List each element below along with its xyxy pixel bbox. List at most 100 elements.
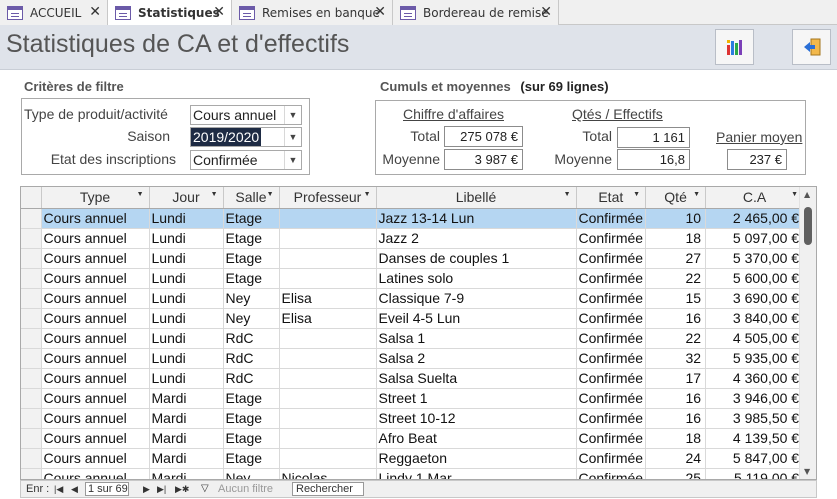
table-row[interactable]: Cours annuel Lundi Etage Jazz 13-14 Lun Conf…	[21, 208, 805, 229]
table-cell[interactable]: RdC	[223, 328, 280, 349]
record-selector[interactable]	[21, 268, 42, 289]
table-row[interactable]: Cours annuel Lundi RdC Salsa 2 Confirmée 32 5 …	[21, 348, 805, 369]
season-select[interactable]: 2019/2020 ▼	[190, 127, 302, 147]
previous-record-icon[interactable]: ◀	[71, 484, 78, 495]
table-cell[interactable]: Mardi	[149, 428, 224, 449]
table-cell[interactable]: 4 505,00 €	[705, 328, 805, 349]
table-cell[interactable]: Confirmée	[576, 208, 647, 229]
column-header-etat[interactable]: Etat ▼	[576, 187, 647, 209]
table-cell[interactable]: Etage	[223, 228, 280, 249]
record-selector[interactable]	[21, 428, 42, 449]
record-selector[interactable]	[21, 388, 42, 409]
table-cell[interactable]: Lundi	[149, 328, 224, 349]
table-row[interactable]: Cours annuel Mardi Ney Nicolas Lindy 1 Mar Co…	[21, 468, 805, 479]
table-cell[interactable]: Cours annuel	[41, 208, 150, 229]
table-cell[interactable]: Ney	[223, 468, 280, 479]
table-row[interactable]: Cours annuel Lundi Etage Jazz 2 Confirmée 18 5…	[21, 228, 805, 249]
table-cell[interactable]: 22	[645, 328, 707, 349]
table-cell[interactable]: Etage	[223, 248, 280, 269]
table-cell[interactable]: Lundi	[149, 348, 224, 369]
table-cell[interactable]: Confirmée	[576, 348, 647, 369]
table-cell[interactable]: Cours annuel	[41, 228, 150, 249]
close-icon[interactable]: ✕	[89, 4, 101, 20]
tab-bordereau-de-remise[interactable]: Bordereau de remise ✕	[393, 0, 559, 25]
table-row[interactable]: Cours annuel Lundi Ney Elisa Classique 7-9 Co…	[21, 288, 805, 309]
table-cell[interactable]: 3 690,00 €	[705, 288, 805, 309]
table-cell[interactable]: Cours annuel	[41, 428, 150, 449]
table-cell[interactable]	[279, 208, 377, 229]
sort-arrow-icon[interactable]: ▼	[693, 191, 700, 198]
table-cell[interactable]: Lundi	[149, 368, 224, 389]
close-icon[interactable]: ✕	[540, 4, 552, 20]
filter-status[interactable]: Aucun filtre	[218, 483, 273, 495]
table-cell[interactable]: 3 840,00 €	[705, 308, 805, 329]
sort-arrow-icon[interactable]: ▼	[267, 191, 274, 198]
table-cell[interactable]: Confirmée	[576, 408, 647, 429]
table-cell[interactable]: Etage	[223, 428, 280, 449]
table-cell[interactable]: Confirmée	[576, 428, 647, 449]
table-row[interactable]: Cours annuel Lundi Ney Elisa Eveil 4-5 Lun Co…	[21, 308, 805, 329]
table-cell[interactable]: Jazz 13-14 Lun	[376, 208, 577, 229]
column-header-ca[interactable]: C.A ▼	[705, 187, 805, 209]
table-cell[interactable]: Cours annuel	[41, 468, 150, 479]
table-cell[interactable]: Elisa	[279, 308, 377, 329]
table-cell[interactable]: Confirmée	[576, 388, 647, 409]
table-cell[interactable]: Reggaeton	[376, 448, 577, 469]
table-row[interactable]: Cours annuel Lundi RdC Salsa 1 Confirmée 22 4 …	[21, 328, 805, 349]
table-cell[interactable]: Street 1	[376, 388, 577, 409]
table-cell[interactable]: Confirmée	[576, 248, 647, 269]
table-cell[interactable]	[279, 268, 377, 289]
table-cell[interactable]: Elisa	[279, 288, 377, 309]
table-cell[interactable]: Mardi	[149, 388, 224, 409]
table-cell[interactable]: Cours annuel	[41, 248, 150, 269]
table-cell[interactable]: 5 097,00 €	[705, 228, 805, 249]
record-position-field[interactable]: 1 sur 69	[85, 482, 129, 496]
record-selector[interactable]	[21, 208, 42, 229]
sort-arrow-icon[interactable]: ▼	[564, 191, 571, 198]
table-cell[interactable]: Confirmée	[576, 328, 647, 349]
table-row[interactable]: Cours annuel Lundi Etage Latines solo Confir…	[21, 268, 805, 289]
table-row[interactable]: Cours annuel Lundi RdC Salsa Suelta Confirmé…	[21, 368, 805, 389]
table-cell[interactable]: 24	[645, 448, 707, 469]
sort-arrow-icon[interactable]: ▼	[364, 191, 371, 198]
scroll-down-icon[interactable]: ▼	[804, 467, 810, 476]
record-selector[interactable]	[21, 248, 42, 269]
stats-chart-button[interactable]	[715, 29, 754, 65]
table-cell[interactable]: 3 946,00 €	[705, 388, 805, 409]
column-header-professeur[interactable]: Professeur ▼	[279, 187, 377, 209]
table-cell[interactable]: 18	[645, 228, 707, 249]
table-cell[interactable]	[279, 248, 377, 269]
column-header-libelle[interactable]: Libellé ▼	[376, 187, 577, 209]
vertical-scrollbar[interactable]: ▲ ▼	[799, 187, 816, 479]
table-cell[interactable]: Cours annuel	[41, 388, 150, 409]
table-cell[interactable]: Etage	[223, 268, 280, 289]
table-cell[interactable]: Confirmée	[576, 288, 647, 309]
table-cell[interactable]: Confirmée	[576, 368, 647, 389]
table-cell[interactable]: Salsa Suelta	[376, 368, 577, 389]
table-cell[interactable]: Etage	[223, 408, 280, 429]
tab-remises-en-banque[interactable]: Remises en banque ✕	[232, 0, 393, 25]
table-cell[interactable]: 4 360,00 €	[705, 368, 805, 389]
tab-statistiques[interactable]: Statistiques ✕	[108, 0, 232, 26]
table-cell[interactable]: Cours annuel	[41, 308, 150, 329]
table-cell[interactable]	[279, 448, 377, 469]
table-cell[interactable]: 27	[645, 248, 707, 269]
record-selector[interactable]	[21, 368, 42, 389]
table-cell[interactable]: Confirmée	[576, 448, 647, 469]
chevron-down-icon[interactable]: ▼	[284, 128, 301, 146]
results-datasheet[interactable]: Type ▼ Jour ▼ Salle ▼ Professeur ▼ Libellé ▼ …	[20, 186, 817, 480]
tab-accueil[interactable]: ACCUEIL ✕	[0, 0, 108, 25]
table-cell[interactable]: Lundi	[149, 288, 224, 309]
table-cell[interactable]	[279, 388, 377, 409]
type-select[interactable]: Cours annuel ▼	[190, 105, 302, 125]
record-selector[interactable]	[21, 448, 42, 469]
table-cell[interactable]: 25	[645, 468, 707, 479]
table-cell[interactable]: 3 985,50 €	[705, 408, 805, 429]
table-cell[interactable]: 5 935,00 €	[705, 348, 805, 369]
table-cell[interactable]: 10	[645, 208, 707, 229]
table-cell[interactable]: 16	[645, 308, 707, 329]
table-cell[interactable]: RdC	[223, 368, 280, 389]
table-cell[interactable]: 17	[645, 368, 707, 389]
table-cell[interactable]: Confirmée	[576, 468, 647, 479]
table-cell[interactable]: Mardi	[149, 408, 224, 429]
